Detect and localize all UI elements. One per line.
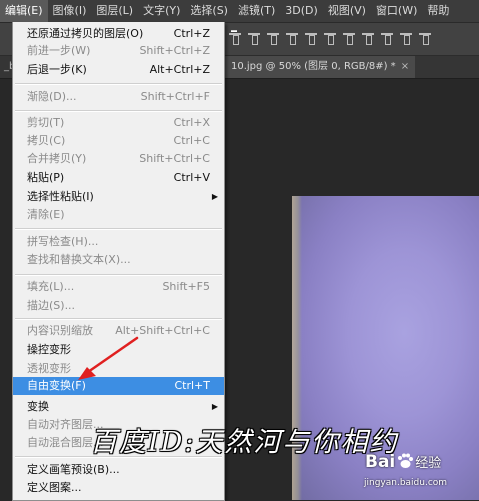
menu-item-transform[interactable]: 变换 ▶ [13,398,224,416]
menu-help[interactable]: 帮助 [422,0,454,22]
align-bottom-icon[interactable] [267,30,279,45]
menu-3d[interactable]: 3D(D) [280,0,323,22]
menu-view[interactable]: 视图(V) [323,0,371,22]
menu-item-define-brush[interactable]: 定义画笔预设(B)... [13,461,224,479]
menu-item-copy: 拷贝(C) Ctrl+C [27,134,210,147]
watermark-url: jingyan.baidu.com [364,478,448,488]
menu-item-define-pattern[interactable]: 定义图案... [13,479,224,497]
menu-separator [15,83,222,85]
menu-image[interactable]: 图像(I) [48,0,92,22]
document-tab-title: 10.jpg @ 50% (图层 0, RGB/8#) * [231,61,396,72]
menu-item-fade: 渐隐(D)... Shift+Ctrl+F [27,90,210,103]
menu-item-fill: 填充(L)... Shift+F5 [27,280,210,293]
menu-layer[interactable]: 图层(L) [91,0,138,22]
menu-filter[interactable]: 滤镜(T) [233,0,280,22]
menu-item-find-replace: 查找和替换文本(X)... [27,253,131,266]
menu-separator [15,274,222,276]
menu-separator [15,110,222,112]
close-icon[interactable]: × [401,61,409,72]
menu-edit[interactable]: 编辑(E) [0,0,48,22]
distribute-left-icon[interactable] [400,30,412,45]
baidu-logo: Bai 经验 [365,452,442,472]
align-controls [229,30,431,45]
menu-item-undo[interactable]: 还原通过拷贝的图层(O) Ctrl+Z [13,25,224,43]
paw-icon [398,453,414,468]
watermark-text: 百度ID:天然河与你相约 [90,427,399,458]
align-left-icon[interactable] [286,30,298,45]
submenu-arrow-icon: ▶ [211,192,218,201]
menu-separator [15,318,222,320]
distribute-vcenter-icon[interactable] [362,30,374,45]
menu-item-free-transform[interactable]: 自由变换(F) Ctrl+T [13,377,224,395]
menu-item-cut: 剪切(T) Ctrl+X [27,116,210,129]
menu-item-content-aware-scale: 内容识别缩放 Alt+Shift+Ctrl+C [27,324,210,337]
menu-window[interactable]: 窗口(W) [371,0,422,22]
submenu-arrow-icon: ▶ [211,402,218,411]
menu-item-stroke: 描边(S)... [27,299,76,312]
align-right-icon[interactable] [324,30,336,45]
menu-item-puppet-warp[interactable]: 操控变形 [13,341,224,359]
menu-separator [15,228,222,230]
menu-item-paste[interactable]: 粘贴(P) Ctrl+V [13,169,224,187]
align-hcenter-icon[interactable] [305,30,317,45]
align-vcenter-icon[interactable] [248,30,260,45]
menu-item-clear: 清除(E) [27,208,65,221]
menu-item-step-forward: 前进一步(W) Shift+Ctrl+Z [27,44,210,57]
menu-item-copy-merged: 合并拷贝(Y) Shift+Ctrl+C [27,152,210,165]
menu-item-perspective-warp: 透视变形 [27,362,71,375]
menu-bar: 编辑(E) 图像(I) 图层(L) 文字(Y) 选择(S) 滤镜(T) 3D(D… [0,0,479,23]
menu-item-step-backward[interactable]: 后退一步(K) Alt+Ctrl+Z [13,61,224,79]
distribute-bottom-icon[interactable] [381,30,393,45]
menu-select[interactable]: 选择(S) [185,0,233,22]
menu-item-spell-check: 拼写检查(H)... [27,235,99,248]
distribute-top-icon[interactable] [343,30,355,45]
distribute-hcenter-icon[interactable] [419,30,431,45]
menu-item-paste-special[interactable]: 选择性粘贴(I) ▶ [13,188,224,206]
menu-type[interactable]: 文字(Y) [138,0,185,22]
align-top-icon[interactable] [229,30,241,45]
document-tab-active[interactable]: 10.jpg @ 50% (图层 0, RGB/8#) * × [225,56,416,78]
